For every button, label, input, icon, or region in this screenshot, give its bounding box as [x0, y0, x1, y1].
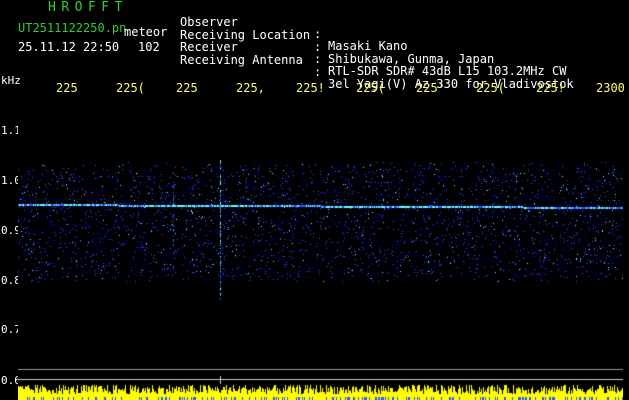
meta-colon: :	[314, 52, 322, 66]
x-tick-label: 225'	[416, 81, 445, 95]
station-info: Observer : Masaki Kano Receiving Locatio…	[180, 4, 574, 90]
mode-label: meteor	[124, 25, 168, 39]
meta-row-antenna: Receiving Antenna : 3el Yagi(V) Az 330 f…	[180, 42, 574, 90]
x-tick-label: 225!	[296, 81, 325, 95]
meta-value: RTL-SDR SDR# 43dB L15 103.2MHz CW	[328, 64, 567, 78]
file-name: UT2511122250.pn	[18, 21, 127, 35]
meta-row-observer: Observer : Masaki Kano	[180, 4, 407, 52]
x-tick-label: 225	[176, 81, 198, 95]
spectrogram-display	[18, 100, 623, 400]
app-title: HROFFT	[48, 0, 128, 15]
x-tick-label: 225,	[236, 81, 265, 95]
x-tick-label: 225(	[116, 81, 145, 95]
meta-colon: :	[314, 27, 322, 41]
x-tick-label: 225!	[536, 81, 565, 95]
hrofft-window: HROFFT UT2511122250.pn meteor 25.11.12 2…	[0, 0, 629, 400]
meta-row-location: Receiving Location : Shibukawa, Gunma, J…	[180, 17, 494, 65]
x-tick-label: 225(	[356, 81, 385, 95]
meta-colon: :	[314, 39, 322, 54]
axis-unit: kHz	[1, 74, 21, 87]
date-time: 25.11.12 22:50	[18, 40, 120, 54]
x-tick-label: 2300	[596, 81, 625, 95]
x-tick-label: 225(	[476, 81, 505, 95]
meta-colon: :	[314, 64, 322, 79]
x-tick-label: 225	[56, 81, 78, 95]
meta-value: Masaki Kano	[328, 39, 408, 53]
meteor-count: 102	[138, 40, 160, 54]
meta-key: Receiving Antenna	[180, 52, 303, 67]
meta-value: Shibukawa, Gunma, Japan	[328, 51, 495, 66]
meta-row-receiver: Receiver : RTL-SDR SDR# 43dB L15 103.2MH…	[180, 29, 566, 77]
